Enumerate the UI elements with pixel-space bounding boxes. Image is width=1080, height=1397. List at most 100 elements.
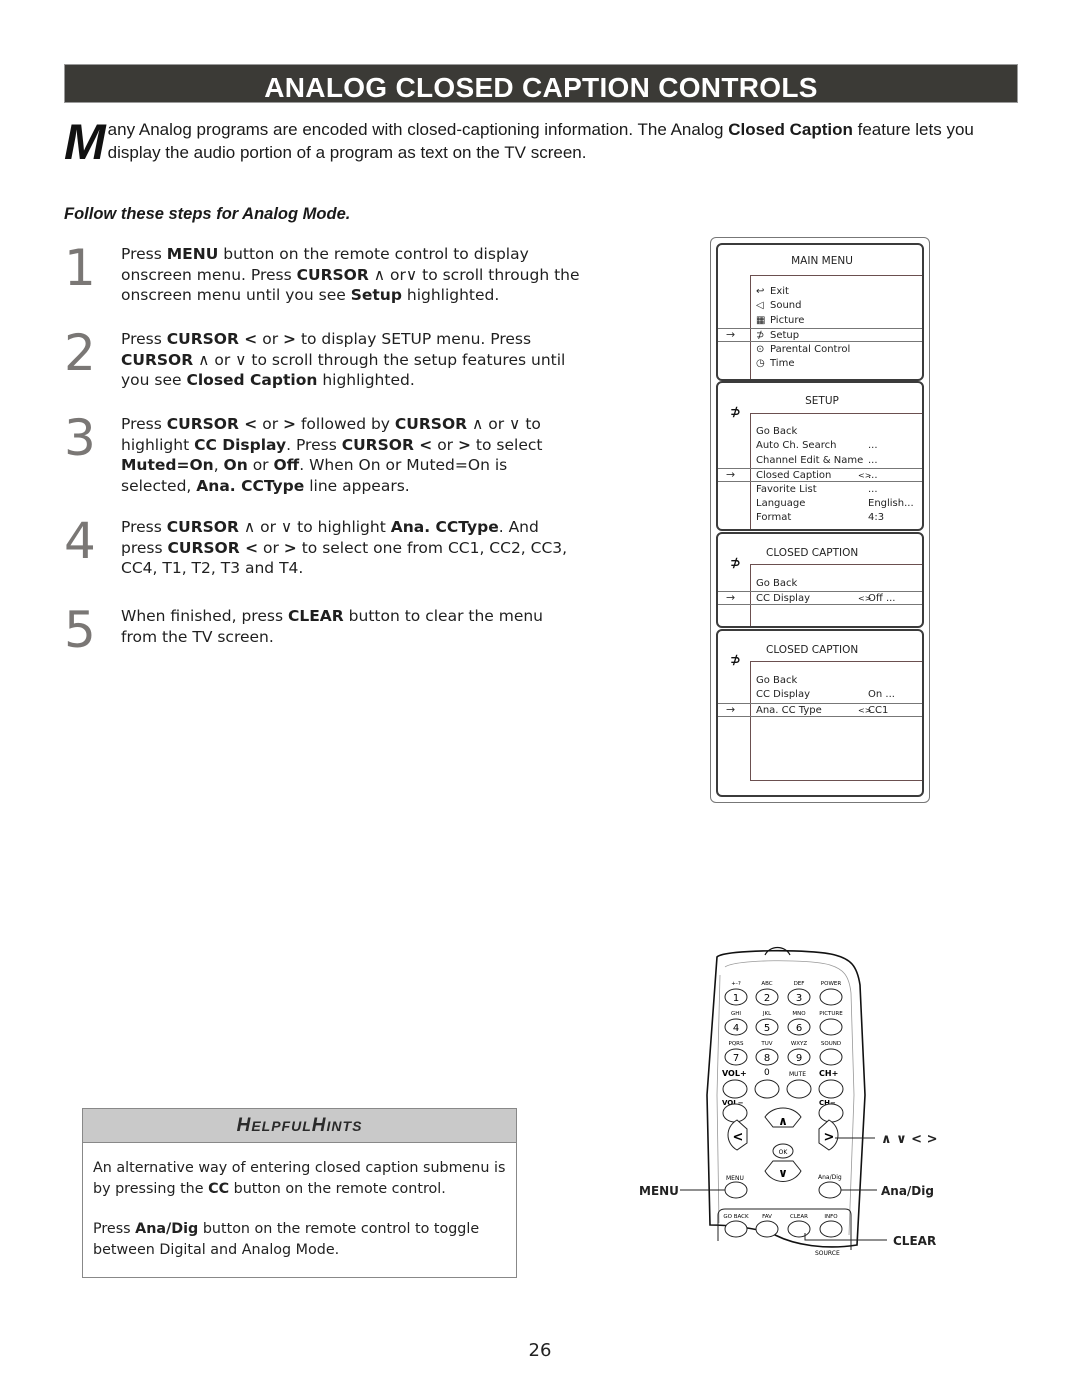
right-arrow-icon: > bbox=[824, 1130, 835, 1145]
key-caption: +-? bbox=[731, 981, 741, 987]
setup-icon: ⊅ bbox=[756, 330, 765, 342]
setup-icon: ⊅ bbox=[730, 405, 741, 420]
menu-button[interactable] bbox=[724, 1181, 748, 1199]
menu-item-sound[interactable]: ◁ Sound bbox=[718, 299, 922, 313]
ana-dig-button[interactable] bbox=[818, 1181, 842, 1199]
key-power-button[interactable] bbox=[819, 988, 843, 1006]
closed-caption-panel-off: ⊅ CLOSED CAPTION Go Back → CC Display <> Off… bbox=[716, 532, 924, 628]
menu-item-label: Language bbox=[756, 498, 806, 509]
selection-arrow-icon: → bbox=[726, 591, 736, 605]
menu-item-closed-caption[interactable]: → Closed Caption <>... bbox=[718, 468, 922, 483]
menu-item-label: ▦ Picture bbox=[756, 314, 805, 326]
step-text: Press MENU button on the remote control … bbox=[121, 245, 580, 305]
hint-paragraph-2: Press Ana/Dig button on the remote contr… bbox=[93, 1221, 480, 1258]
ch-plus-button[interactable] bbox=[818, 1079, 844, 1099]
step-number: 2 bbox=[64, 324, 96, 382]
key-picture-button[interactable] bbox=[819, 1018, 843, 1036]
menu-item-favorite-list[interactable]: Favorite List... bbox=[718, 483, 922, 497]
menu-item-label: Closed Caption bbox=[756, 470, 832, 482]
ana-dig-callout-label: Ana/Dig bbox=[881, 1184, 934, 1198]
menu-item-label: Channel Edit & Name bbox=[756, 454, 864, 466]
cursor-callout-label: ∧ ∨ < > bbox=[881, 1132, 937, 1147]
key-number-label: 7 bbox=[733, 1053, 739, 1064]
zero-button[interactable] bbox=[754, 1079, 780, 1099]
time-icon: ◷ bbox=[756, 358, 765, 369]
menu-item-go-back[interactable]: Go Back bbox=[718, 425, 922, 439]
selection-arrow-icon: → bbox=[726, 468, 736, 482]
fav-button[interactable] bbox=[755, 1220, 779, 1238]
menu-item-exit[interactable]: ↩ Exit bbox=[718, 285, 922, 299]
drop-cap: M bbox=[64, 114, 106, 170]
menu-item-auto-ch-search[interactable]: Auto Ch. Search... bbox=[718, 439, 922, 453]
vol-minus-button[interactable] bbox=[722, 1103, 748, 1123]
key-caption: TUV bbox=[760, 1041, 772, 1047]
step-text: Press CURSOR < or > to display SETUP men… bbox=[121, 330, 566, 390]
key-number-label: 1 bbox=[733, 993, 739, 1004]
step-text: Press CURSOR < or > followed by CURSOR ∧… bbox=[121, 415, 543, 496]
menu-item-label: Auto Ch. Search bbox=[756, 440, 837, 452]
menu-item-format[interactable]: Format 4:3 bbox=[718, 511, 922, 525]
clear-button[interactable] bbox=[787, 1220, 811, 1238]
key-number-label: 6 bbox=[796, 1023, 802, 1034]
menu-item-value: ... bbox=[868, 470, 878, 482]
key-number-label: 2 bbox=[764, 993, 770, 1004]
menu-item-go-back[interactable]: Go Back bbox=[718, 674, 922, 688]
down-arrow-icon: ∨ bbox=[778, 1166, 788, 1180]
bottom-key-caption: INFO bbox=[824, 1214, 838, 1220]
menu-item-time[interactable]: ◷ Time bbox=[718, 357, 922, 371]
key-number-label: 5 bbox=[764, 1023, 770, 1034]
menu-item-value: ... bbox=[868, 440, 878, 452]
menu-item-label: CC Display bbox=[756, 593, 811, 605]
hint-paragraph-1: An alternative way of entering closed ca… bbox=[93, 1160, 506, 1197]
setup-panel: ⊅ SETUP Go Back Auto Ch. Search... Channel… bbox=[716, 381, 924, 531]
menu-item-value: On ... bbox=[868, 689, 895, 701]
sound-icon: ◁ bbox=[756, 300, 764, 312]
menu-item-value: ... bbox=[868, 454, 878, 466]
menu-item-label: ⊙ Parental Control bbox=[756, 343, 851, 355]
menu-item-value: ... bbox=[868, 483, 878, 495]
menu-item-picture[interactable]: ▦ Picture bbox=[718, 314, 922, 328]
menu-item-channel-edit-name[interactable]: Channel Edit & Name... bbox=[718, 454, 922, 468]
bottom-key-caption: GO BACK bbox=[723, 1214, 749, 1220]
panel-title: SETUP bbox=[805, 395, 839, 407]
selection-arrow-icon: → bbox=[726, 702, 736, 716]
ch-plus-label: CH+ bbox=[819, 1069, 838, 1078]
key-caption: ABC bbox=[761, 981, 772, 987]
menu-callout-label: MENU bbox=[639, 1184, 679, 1198]
menu-item-ana-cc-type[interactable]: → Ana. CC Type <> CC1 bbox=[718, 702, 922, 717]
menu-item-parental-control[interactable]: ⊙ Parental Control bbox=[718, 343, 922, 357]
bottom-key-caption: CLEAR bbox=[790, 1214, 808, 1220]
key-number-label: 8 bbox=[764, 1053, 770, 1064]
setup-icon: ⊅ bbox=[730, 653, 741, 668]
mute-button[interactable] bbox=[786, 1079, 812, 1099]
key-caption: WXYZ bbox=[791, 1041, 808, 1047]
menu-item-cc-display[interactable]: → CC Display <> Off ... bbox=[718, 591, 922, 606]
vol-plus-button[interactable] bbox=[722, 1079, 748, 1099]
panel-title: MAIN MENU bbox=[791, 255, 853, 267]
intro-text-before: any Analog programs are encoded with clo… bbox=[107, 120, 729, 139]
remote-control-illustration: +-? 1 ABC 2 DEF 3 POWER GHI 4 JKL 5 MNO 6 PICTURE PQRS… bbox=[639, 946, 937, 1257]
menu-item-language[interactable]: Language English... bbox=[718, 497, 922, 511]
menu-item-go-back[interactable]: Go Back bbox=[718, 577, 922, 591]
menu-item-setup[interactable]: → ⊅ Setup bbox=[718, 328, 922, 343]
menu-item-label: ↩ Exit bbox=[756, 286, 789, 297]
panel-title: CLOSED CAPTION bbox=[766, 644, 859, 656]
up-arrow-icon: ∧ bbox=[778, 1114, 788, 1128]
ch-minus-button[interactable] bbox=[818, 1103, 844, 1123]
helpful-hints-title: H ELPFUL H INTS bbox=[83, 1109, 516, 1143]
key-number-label: 3 bbox=[796, 993, 802, 1004]
menu-item-cc-display[interactable]: CC Display On ... bbox=[718, 688, 922, 702]
key-sound-button[interactable] bbox=[819, 1048, 843, 1066]
selection-arrow-icon: → bbox=[726, 328, 736, 342]
key-caption: POWER bbox=[821, 981, 842, 987]
step-number: 1 bbox=[64, 239, 96, 297]
menu-item-value: Off ... bbox=[868, 593, 896, 605]
info-button[interactable] bbox=[819, 1220, 843, 1238]
ok-label: OK bbox=[779, 1149, 789, 1156]
key-caption: SOUND bbox=[821, 1041, 841, 1047]
step-number: 5 bbox=[64, 601, 96, 659]
key-number-label: 9 bbox=[796, 1053, 802, 1064]
page-title-bar: ANALOG CLOSED CAPTION CONTROLS bbox=[64, 64, 1018, 103]
go-back-button[interactable] bbox=[724, 1220, 748, 1238]
key-caption: MNO bbox=[792, 1011, 806, 1017]
